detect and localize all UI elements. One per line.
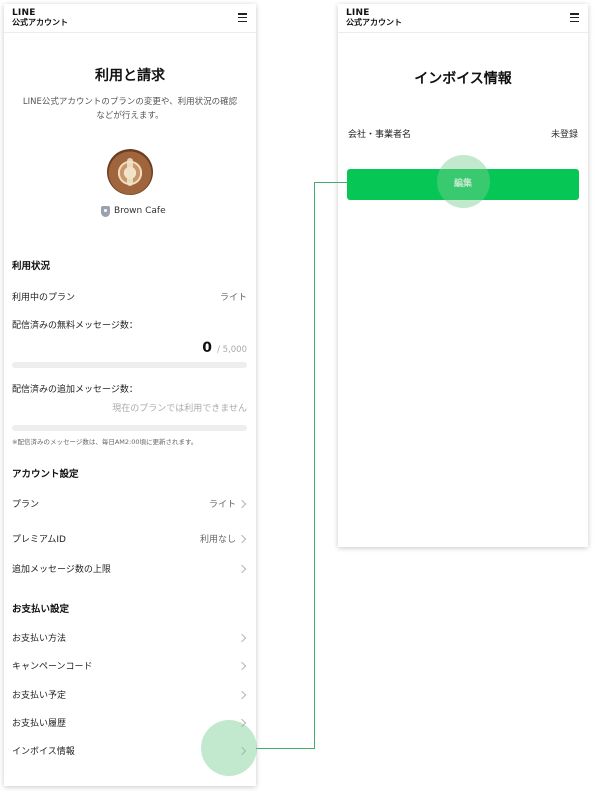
page-title: 利用と請求 — [95, 68, 165, 84]
settings-extra-limit-label: 追加メッセージ数の上限 — [12, 565, 111, 575]
hamburger-menu-icon[interactable] — [570, 13, 579, 23]
tap-indicator-invoice-row — [201, 720, 257, 776]
connector-line-vertical — [314, 182, 315, 749]
usage-update-note: ※配信済みのメッセージ数は、毎日AM2:00頃に更新されます。 — [12, 438, 198, 446]
settings-row-extra-limit[interactable]: 追加メッセージ数の上限 — [4, 555, 256, 583]
page-title: インボイス情報 — [414, 71, 512, 87]
extra-messages-value: 現在のプランでは利用できません — [112, 404, 247, 414]
invoice-info-screen: LINE 公式アカウント インボイス情報 会社・事業者名 未登録 編集 — [338, 4, 588, 547]
chevron-right-icon — [237, 661, 247, 671]
line-official-account-logo[interactable]: LINE 公式アカウント — [346, 8, 402, 28]
payment-row-campaign-code[interactable]: キャンペーンコード — [4, 652, 256, 680]
payment-history-label: お支払い履歴 — [12, 719, 67, 729]
free-messages-progress-bar — [12, 362, 247, 368]
logo-line1: LINE — [346, 8, 370, 18]
logo-line2: 公式アカウント — [12, 18, 68, 27]
current-plan-label: 利用中のプラン — [12, 293, 76, 303]
logo-line2: 公式アカウント — [346, 18, 402, 27]
settings-row-plan[interactable]: プラン ライト — [4, 490, 256, 518]
account-avatar — [107, 149, 153, 195]
settings-plan-label: プラン — [12, 500, 40, 510]
payment-row-method[interactable]: お支払い方法 — [4, 624, 256, 652]
company-name-label: 会社・事業者名 — [348, 130, 412, 140]
connector-line-horizontal-bottom — [256, 748, 314, 749]
free-messages-limit: / 5,000 — [217, 345, 247, 355]
page-description: LINE公式アカウントのプランの変更や、利用状況の確認などが行えます。 — [22, 97, 238, 121]
usage-section-title: 利用状況 — [12, 261, 51, 272]
account-name: Brown Cafe — [114, 206, 166, 216]
company-name-value: 未登録 — [550, 130, 578, 140]
free-messages-label: 配信済みの無料メッセージ数： — [12, 321, 138, 331]
payment-method-label: お支払い方法 — [12, 634, 67, 644]
payment-settings-section-title: お支払い設定 — [12, 604, 70, 615]
current-plan-value: ライト — [219, 293, 247, 303]
app-header: LINE 公式アカウント — [338, 4, 588, 33]
connector-line-horizontal-top — [314, 182, 348, 183]
extra-messages-label: 配信済みの追加メッセージ数： — [12, 385, 138, 395]
tap-indicator-edit-button — [437, 155, 490, 208]
settings-premium-id-value: 利用なし — [199, 535, 236, 545]
chevron-right-icon — [237, 534, 247, 544]
chevron-right-icon — [237, 564, 247, 574]
logo-line1: LINE — [12, 8, 36, 18]
free-messages-readout: 0 / 5,000 — [202, 337, 247, 356]
extra-messages-progress-bar — [12, 425, 247, 431]
chevron-right-icon — [237, 633, 247, 643]
settings-premium-id-label: プレミアムID — [12, 535, 66, 545]
free-messages-count: 0 — [202, 340, 212, 356]
verified-shield-icon — [101, 206, 110, 217]
chevron-right-icon — [237, 690, 247, 700]
billing-screen: LINE 公式アカウント 利用と請求 LINE公式アカウントのプランの変更や、利… — [4, 4, 256, 786]
hamburger-menu-icon[interactable] — [238, 13, 247, 23]
payment-schedule-label: お支払い予定 — [12, 691, 67, 701]
app-header: LINE 公式アカウント — [4, 4, 256, 33]
settings-plan-value: ライト — [208, 500, 236, 510]
account-settings-section-title: アカウント設定 — [12, 469, 79, 480]
settings-row-premium-id[interactable]: プレミアムID 利用なし — [4, 525, 256, 553]
payment-row-schedule[interactable]: お支払い予定 — [4, 681, 256, 709]
chevron-right-icon — [237, 499, 247, 509]
campaign-code-label: キャンペーンコード — [12, 662, 93, 672]
line-official-account-logo[interactable]: LINE 公式アカウント — [12, 8, 68, 28]
invoice-info-label: インボイス情報 — [12, 747, 75, 757]
